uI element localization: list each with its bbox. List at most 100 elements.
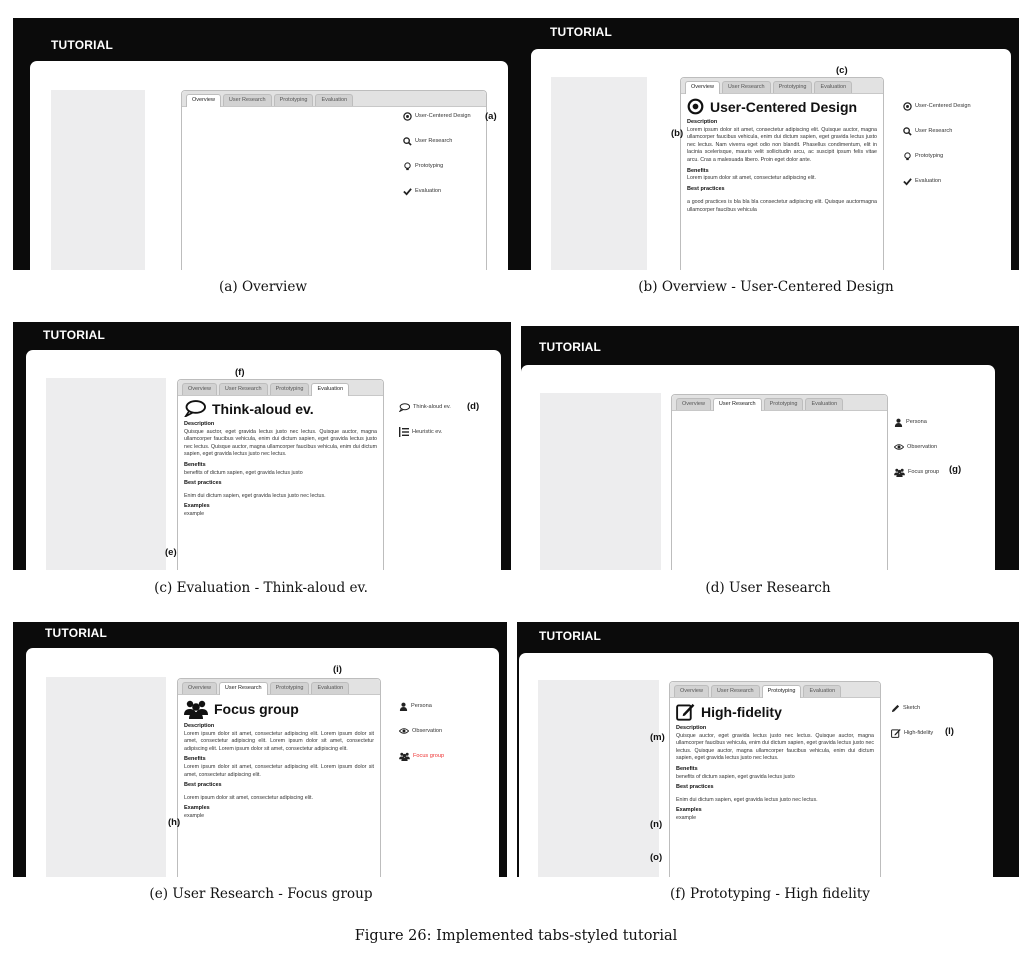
nav-label: Observation [412, 728, 443, 734]
nav-item-user-centered-design[interactable]: User-Centered Design [903, 100, 1011, 112]
marker-d: (d) [467, 401, 480, 412]
nav-item-think-aloud[interactable]: Think-aloud ev. [399, 401, 507, 413]
group-icon [894, 468, 905, 477]
group-icon [399, 752, 410, 761]
section-benefits: Benefits [184, 756, 206, 763]
marker-e: (e) [165, 547, 177, 558]
description-text: Lorem ipsum dolor sit amet, consectetur … [687, 126, 877, 163]
person-icon [399, 702, 408, 711]
tab-prototyping[interactable]: Prototyping [763, 398, 804, 410]
sidebar [46, 677, 166, 877]
tab-evaluation[interactable]: Evaluation [315, 94, 354, 106]
search-icon [903, 126, 912, 136]
nav-label: Evaluation [915, 178, 942, 184]
nav-label: User Research [415, 138, 453, 144]
tab-bar: Overview User Research Prototyping Evaluati… [670, 682, 880, 698]
tab-prototyping[interactable]: Prototyping [772, 81, 813, 93]
nav-label: High-fidelity [904, 730, 934, 736]
section-best-practices: Best practices [676, 784, 714, 791]
tab-evaluation[interactable]: Evaluation [803, 685, 842, 697]
tab-overview[interactable]: Overview [674, 685, 709, 697]
nav-label: Observation [907, 444, 938, 450]
tab-user-research[interactable]: User Research [721, 81, 771, 93]
tab-overview[interactable]: Overview [182, 682, 217, 694]
eye-icon [399, 728, 409, 734]
tab-overview[interactable]: Overview [676, 398, 711, 410]
tab-panel: Overview User Research Prototyping Evaluati… [680, 77, 884, 270]
caption-b: (b) Overview - User-Centered Design [638, 279, 894, 295]
caption-c: (c) Evaluation - Think-aloud ev. [154, 580, 368, 596]
sidebar [51, 90, 145, 270]
tab-overview[interactable]: Overview [685, 81, 720, 94]
nav-item-persona[interactable]: Persona [399, 700, 507, 712]
nav-item-user-research[interactable]: User Research [903, 125, 1011, 137]
nav-label: User-Centered Design [415, 113, 471, 119]
caption-f: (f) Prototyping - High fidelity [670, 886, 870, 902]
panel-content: Think-aloud ev. Description Quisque auct… [184, 400, 377, 521]
panel-title: Focus group [214, 701, 299, 717]
tab-overview[interactable]: Overview [186, 94, 221, 107]
screenshot-high-fidelity: TUTORIAL Overview User Research Prototypin… [517, 622, 1019, 877]
tab-prototyping[interactable]: Prototyping [269, 383, 310, 395]
search-icon [403, 136, 412, 146]
nav-item-persona[interactable]: Persona [894, 416, 1002, 428]
tab-evaluation[interactable]: Evaluation [311, 383, 350, 396]
marker-a: (a) [485, 111, 497, 122]
sidebar [551, 77, 647, 270]
tab-prototyping[interactable]: Prototyping [761, 685, 802, 698]
nav-item-prototyping[interactable]: Prototyping [903, 150, 1011, 162]
nav-item-observation[interactable]: Observation [399, 725, 507, 737]
tab-evaluation[interactable]: Evaluation [311, 682, 350, 694]
tab-user-research[interactable]: User Research [218, 682, 268, 695]
section-examples: Examples [184, 805, 210, 812]
nav-item-evaluation[interactable]: Evaluation [403, 185, 511, 197]
description-text: Lorem ipsum dolor sit amet, consectetur … [184, 730, 374, 752]
nav-label: User Research [915, 128, 953, 134]
check-icon [403, 187, 412, 196]
section-benefits: Benefits [184, 461, 206, 468]
panel-content: Focus group Description Lorem ipsum dolo… [184, 699, 374, 823]
section-examples: Examples [184, 503, 210, 510]
tab-user-research[interactable]: User Research [218, 383, 268, 395]
nav-item-focus-group[interactable]: Focus group [894, 466, 1002, 478]
tab-evaluation[interactable]: Evaluation [805, 398, 844, 410]
section-description: Description [184, 723, 215, 729]
nav-item-user-research[interactable]: User Research [403, 135, 511, 147]
benefits-text: Lorem ipsum dolor sit amet, consectetur … [687, 175, 816, 182]
app-title: TUTORIAL [550, 25, 613, 39]
nav-item-focus-group[interactable]: Focus group [399, 750, 507, 762]
screenshot-overview-ucd: TUTORIAL Overview User Research Prototypin… [516, 18, 1019, 270]
marker-b: (b) [671, 128, 684, 139]
panel-title: Think-aloud ev. [212, 400, 314, 417]
nav-label: Persona [411, 703, 432, 709]
subnav-overview: User-Centered Design User Research Proto… [903, 100, 1011, 200]
nav-item-sketch[interactable]: Sketch [891, 702, 999, 714]
tab-evaluation[interactable]: Evaluation [814, 81, 853, 93]
nav-item-evaluation[interactable]: Evaluation [903, 175, 1011, 187]
tab-user-research[interactable]: User Research [710, 685, 760, 697]
marker-i: (i) [333, 664, 342, 675]
section-description: Description [676, 725, 707, 731]
marker-c: (c) [836, 65, 848, 76]
marker-f: (f) [235, 367, 245, 378]
subnav-user-research: Persona Observation Focus group [399, 700, 507, 775]
target-icon [403, 111, 412, 121]
tab-bar: Overview User Research Prototyping Evaluati… [178, 380, 383, 396]
nav-label: Focus group [908, 469, 940, 475]
tab-user-research[interactable]: User Research [222, 94, 272, 106]
tab-bar: Overview User Research Prototyping Evaluati… [672, 395, 887, 411]
nav-item-observation[interactable]: Observation [894, 441, 1002, 453]
nav-item-prototyping[interactable]: Prototyping [403, 160, 511, 172]
nav-item-heuristic[interactable]: Heuristic ev. [399, 426, 507, 438]
examples-text: example [184, 510, 205, 517]
app-title: TUTORIAL [51, 38, 114, 52]
tab-prototyping[interactable]: Prototyping [273, 94, 314, 106]
best-practices-text: Lorem ipsum dolor sit amet, consectetur … [184, 794, 313, 801]
tab-overview[interactable]: Overview [182, 383, 217, 395]
nav-label: Prototyping [915, 153, 944, 159]
tab-prototyping[interactable]: Prototyping [269, 682, 310, 694]
section-description: Description [687, 119, 718, 125]
screenshot-evaluation-think-aloud: TUTORIAL Overview User Research Prototypin… [13, 322, 511, 570]
tab-user-research[interactable]: User Research [712, 398, 762, 411]
best-practices-text: a good practices is bla bla bla consecte… [687, 199, 877, 213]
